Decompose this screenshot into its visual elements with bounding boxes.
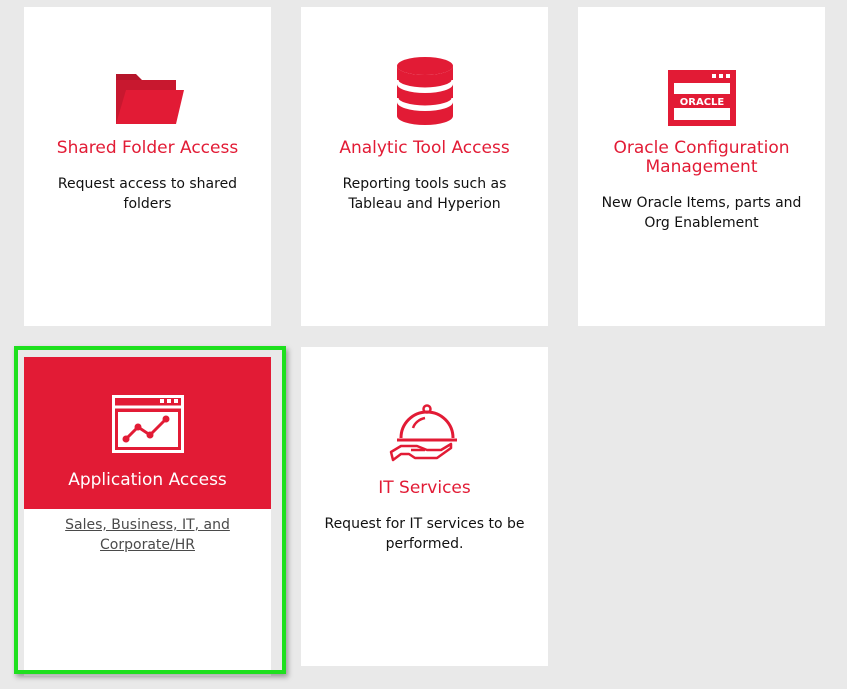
serving-tray-icon [389, 404, 457, 462]
card-description: Reporting tools such as Tableau and Hype… [342, 176, 507, 212]
card-title: IT Services [378, 478, 471, 498]
card-title: Application Access [68, 470, 227, 490]
card-application-access[interactable]: Application Access Sales, Business, IT, … [24, 357, 271, 676]
application-chart-icon [111, 395, 184, 453]
card-description: Request for IT services to be performed. [324, 516, 525, 552]
card-icon-area: ORACLE [578, 7, 825, 132]
folder-icon [115, 74, 184, 124]
card-description: Sales, Business, IT, and Corporate/HR [38, 515, 257, 555]
card-header-band: Application Access [24, 357, 271, 509]
card-shared-folder-access[interactable]: Shared Folder Access Request access to s… [24, 7, 271, 326]
card-icon-area [301, 7, 548, 132]
service-catalog-grid: Shared Folder Access Request access to s… [0, 0, 847, 689]
card-icon-area [24, 7, 271, 132]
oracle-logo-text: ORACLE [679, 97, 724, 108]
card-title: Oracle Configuration Management [613, 138, 790, 177]
card-title: Shared Folder Access [56, 138, 239, 158]
card-description-link[interactable]: Sales, Business, IT, and Corporate/HR [65, 517, 230, 553]
card-oracle-configuration-management[interactable]: ORACLE Oracle Configuration Management N… [578, 7, 825, 326]
database-icon [395, 57, 454, 125]
card-description: New Oracle Items, parts and Org Enableme… [601, 195, 802, 231]
card-title: Analytic Tool Access [339, 138, 510, 158]
card-icon-area [301, 347, 548, 472]
card-analytic-tool-access[interactable]: Analytic Tool Access Reporting tools suc… [301, 7, 548, 326]
card-it-services[interactable]: IT Services Request for IT services to b… [301, 347, 548, 666]
card-description: Request access to shared folders [57, 176, 238, 212]
oracle-window-icon: ORACLE [667, 70, 736, 126]
